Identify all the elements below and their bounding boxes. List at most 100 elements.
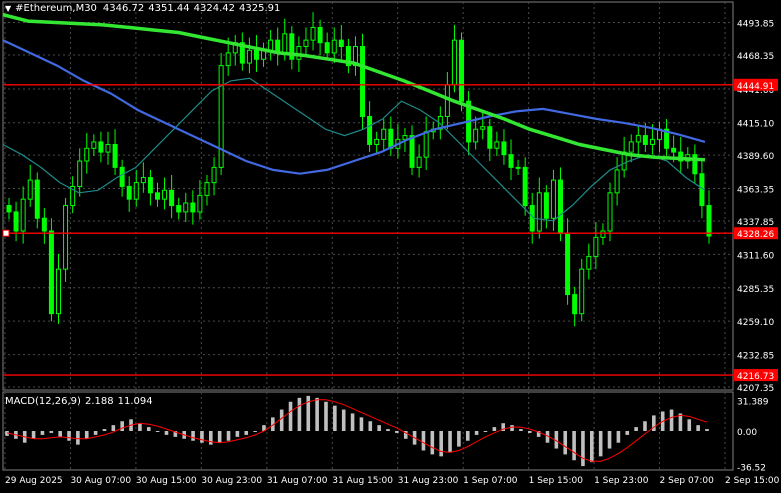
candle-body: [41, 217, 47, 232]
macd-histogram-bar: [669, 409, 674, 431]
price-level-label: 4444.91: [737, 82, 774, 92]
candle-body: [628, 141, 634, 153]
candle-body: [607, 192, 613, 232]
candle-body: [190, 202, 196, 213]
price-level-label: 4328.26: [737, 230, 774, 240]
macd-histogram-bar: [297, 397, 302, 431]
macd-histogram-bar: [430, 431, 435, 455]
candle-body: [706, 205, 712, 237]
macd-histogram-bar: [279, 409, 284, 431]
macd-histogram-bar: [519, 429, 523, 431]
macd-header: MACD(12,26,9) 2.188 11.094: [5, 396, 157, 407]
macd-histogram-bar: [492, 427, 497, 431]
macd-histogram-bar: [359, 417, 364, 431]
candle-body: [310, 26, 316, 41]
open-value: 4346.72: [102, 3, 145, 14]
macd-histogram-bar: [217, 431, 222, 443]
candle-body: [303, 39, 309, 48]
candle-body: [218, 65, 224, 168]
macd-histogram-bar: [368, 421, 373, 431]
macd-histogram-bar: [527, 431, 532, 433]
candle-body: [147, 177, 153, 194]
macd-signal-value: 11.094: [117, 396, 153, 407]
candle-body: [487, 126, 493, 149]
macd-histogram-bar: [581, 431, 585, 467]
macd-tick-label: 31.389: [737, 397, 769, 407]
macd-histogram-bar: [563, 431, 568, 455]
chart-window[interactable]: 4493.85 4468.35 4441.60 4415.10 4389.60 4363.…: [0, 0, 781, 489]
line-handle-icon[interactable]: [2, 229, 10, 237]
candle-body: [197, 194, 203, 213]
macd-histogram-bar: [457, 431, 461, 447]
macd-histogram-bar: [377, 425, 381, 431]
macd-histogram-bar: [510, 425, 514, 431]
macd-histogram-bar: [687, 419, 692, 431]
candle-body: [459, 39, 465, 102]
candle-body: [105, 143, 111, 153]
candle-body: [572, 294, 578, 315]
candle-body: [423, 131, 429, 158]
candle-body: [140, 177, 146, 184]
candle-body: [614, 169, 620, 194]
candle-body: [48, 230, 54, 315]
candle-body: [169, 189, 175, 207]
price-tick-label: 4259.10: [737, 318, 774, 328]
macd-histogram-bar: [93, 431, 98, 435]
chart-canvas[interactable]: 4493.854468.354441.604415.104389.604363.…: [0, 0, 781, 489]
macd-tick-label: 0.00: [737, 428, 757, 438]
macd-histogram-bar: [102, 429, 107, 431]
macd-histogram-bar: [208, 431, 213, 445]
time-tick-label: 1 Sep 07:00: [463, 476, 518, 486]
candle-body: [600, 230, 606, 238]
candle-body: [451, 39, 457, 86]
macd-histogram-bar: [705, 429, 709, 431]
high-value: 4351.44: [148, 3, 190, 14]
macd-histogram-bar: [155, 431, 160, 432]
candle-body: [579, 268, 585, 315]
dropdown-triangle-icon[interactable]: ▼: [5, 4, 11, 13]
time-tick-label: 30 Aug 15:00: [136, 476, 197, 486]
candle-body: [649, 138, 655, 145]
time-tick-label: 2 Sep 15:00: [725, 476, 780, 486]
macd-histogram-bar: [395, 431, 399, 433]
candle-body: [296, 46, 302, 60]
macd-histogram-bar: [315, 397, 319, 431]
candle-body: [409, 135, 415, 168]
macd-main-value: 2.188: [84, 396, 114, 407]
candle-body: [154, 192, 160, 200]
time-tick-label: 2 Sep 07:00: [660, 476, 715, 486]
macd-histogram-bar: [607, 431, 612, 449]
macd-tick-label: -36.52: [737, 464, 766, 474]
time-tick-label: 31 Aug 07:00: [267, 476, 328, 486]
macd-histogram-bar: [350, 413, 355, 431]
macd-histogram-bar: [341, 409, 346, 431]
candle-body: [388, 128, 394, 149]
candle-body: [543, 192, 549, 219]
candle-body: [367, 115, 373, 145]
price-tick-label: 4285.35: [737, 285, 774, 295]
candle-body: [494, 141, 500, 149]
macd-histogram-bar: [643, 421, 647, 431]
macd-histogram-bar: [235, 431, 240, 437]
price-tick-label: 4337.85: [737, 218, 774, 228]
symbol-timeframe: #Ethereum,M30: [15, 3, 97, 14]
candle-body: [119, 166, 125, 187]
candle-body: [550, 179, 556, 219]
macd-histogram-bar: [448, 431, 452, 453]
macd-histogram-bar: [625, 431, 630, 435]
macd-histogram-bar: [634, 427, 638, 431]
candle-body: [162, 189, 168, 200]
candle-body: [331, 39, 337, 54]
macd-histogram-bar: [40, 431, 45, 435]
candle-body: [501, 141, 507, 156]
macd-histogram-bar: [465, 431, 470, 441]
macd-histogram-bar: [421, 431, 426, 451]
candle-body: [84, 147, 90, 162]
candle-body: [268, 39, 274, 51]
candle-body: [98, 141, 104, 153]
candle-body: [593, 236, 599, 257]
macd-histogram-bar: [386, 429, 390, 431]
macd-histogram-bar: [696, 425, 700, 431]
candle-body: [338, 39, 344, 48]
close-value: 4325.91: [239, 3, 281, 14]
